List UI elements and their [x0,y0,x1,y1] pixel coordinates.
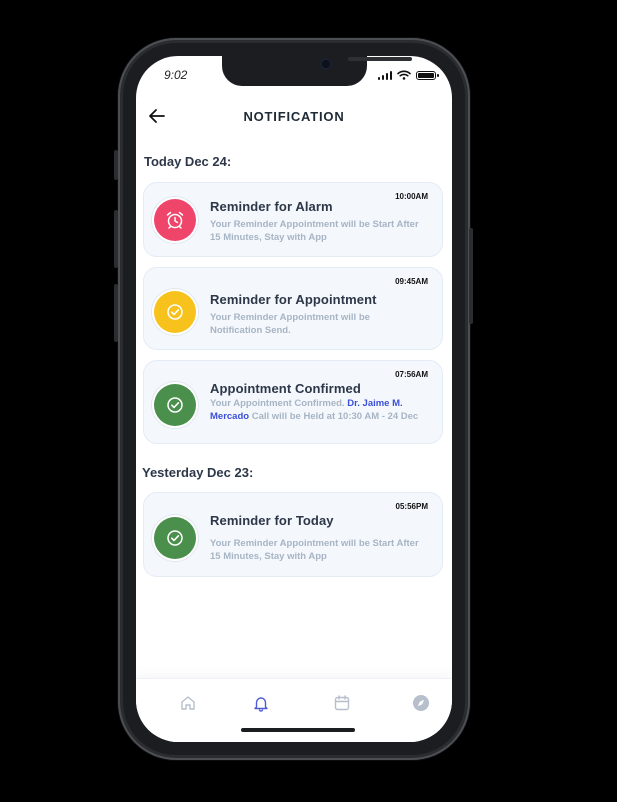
notification-description: Your Reminder Appointment will be Notifi… [210,312,370,336]
app-header: NOTIFICATION [136,101,452,131]
notification-title: Reminder for Appointment [210,292,377,307]
notification-time: 09:45AM [395,277,428,286]
front-camera [320,58,332,70]
notification-card-today-reminder[interactable]: 05:56PM Reminder for Today Your Reminder… [143,492,443,577]
calendar-icon [334,695,350,711]
notification-time: 05:56PM [395,502,428,511]
bell-icon [254,697,268,712]
compass-icon [413,695,429,711]
earpiece-speaker [348,57,412,61]
notification-card-confirmed[interactable]: 07:56AM Appointment Confirmed Your Appoi… [143,360,443,444]
notification-description: Your Appointment Confirmed. Dr. Jaime M.… [210,397,428,423]
check-circle-icon [154,384,196,426]
volume-down-button [114,284,118,342]
description-suffix: Call will be Held at 10:30 AM - 24 Dec [251,411,419,422]
page-title: NOTIFICATION [243,109,345,124]
notification-title: Reminder for Alarm [210,199,333,214]
nav-notifications[interactable] [250,692,272,714]
cellular-signal-icon [377,70,392,80]
bottom-navigation [136,678,452,742]
notification-card-appointment[interactable]: 09:45AM Reminder for Appointment Your Re… [143,267,443,350]
nav-home[interactable] [177,692,199,714]
check-circle-icon [154,291,196,333]
phone-screen: 9:02 NOTIFICATION Today Dec 24: 10:00AM [136,56,452,742]
status-time: 9:02 [164,68,188,82]
notification-description: Your Reminder Appointment will be Start … [210,538,419,562]
home-indicator[interactable] [241,728,355,732]
power-button [469,228,473,324]
section-title-today: Today Dec 24: [144,154,232,169]
silent-switch [114,150,118,180]
notification-title: Reminder for Today [210,513,334,528]
notification-card-alarm[interactable]: 10:00AM Reminder for Alarm Your Reminder… [143,182,443,257]
status-icons [377,70,439,80]
notch [222,56,412,86]
battery-icon [416,71,439,80]
check-circle-icon [154,517,196,559]
home-icon [181,696,195,710]
section-title-yesterday: Yesterday Dec 23: [142,465,254,480]
notification-description: Your Reminder Appointment will be Start … [210,219,419,243]
notification-time: 10:00AM [395,192,428,201]
nav-explore[interactable] [410,692,432,714]
alarm-clock-icon [154,199,196,241]
nav-calendar[interactable] [331,692,353,714]
notification-time: 07:56AM [395,370,428,379]
description-prefix: Your Appointment Confirmed. [210,398,345,409]
notification-title: Appointment Confirmed [210,381,361,396]
volume-up-button [114,210,118,268]
wifi-icon [397,70,411,80]
